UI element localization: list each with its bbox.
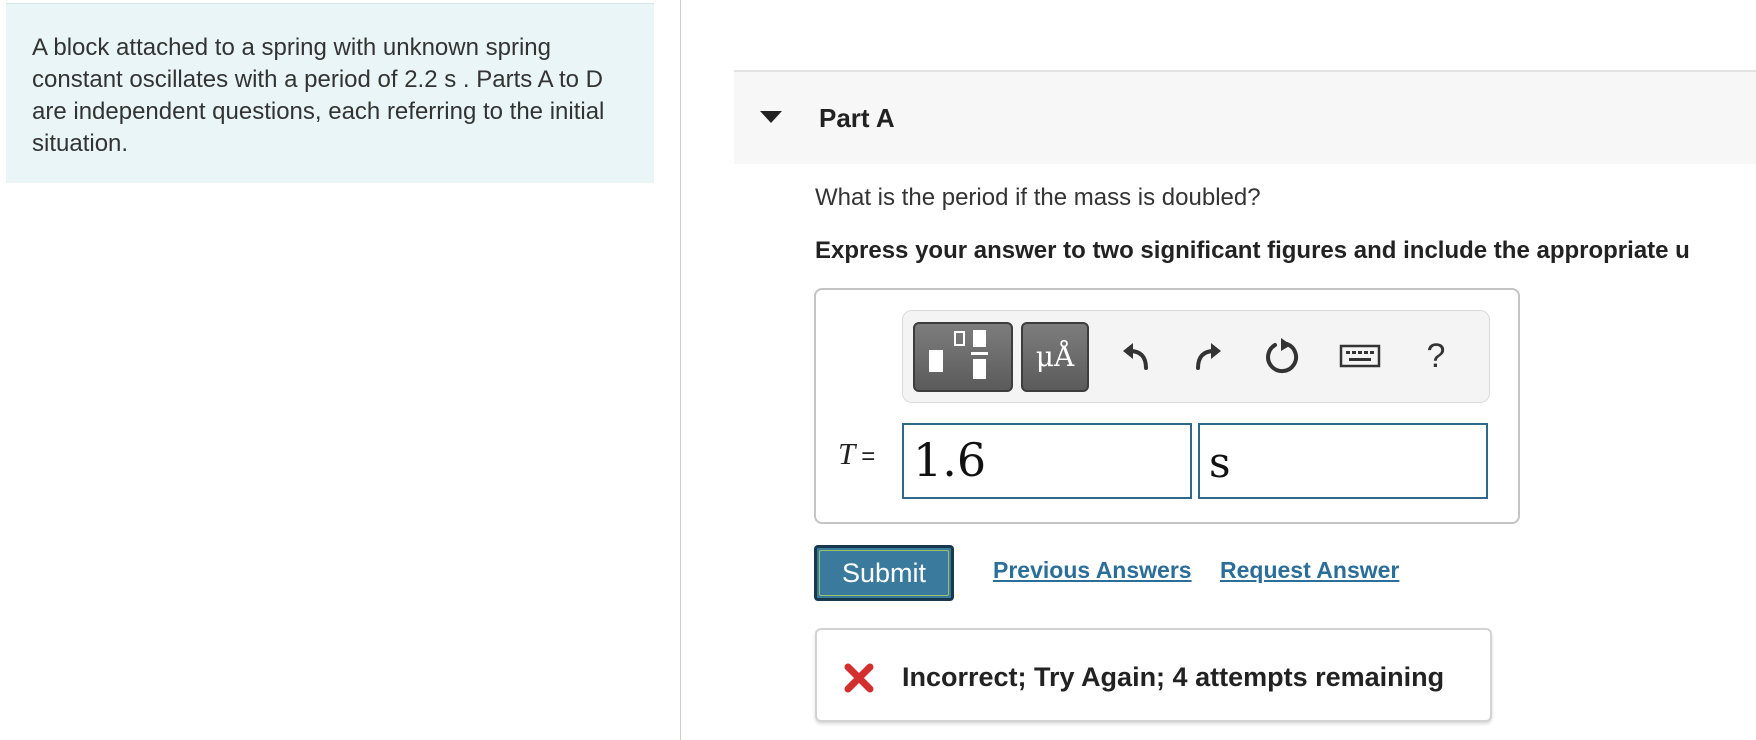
submit-button[interactable]: Submit [814,545,954,601]
redo-icon[interactable] [1183,331,1233,381]
answer-unit-input[interactable]: s [1198,423,1488,499]
reset-icon[interactable] [1257,331,1307,381]
answer-variable-label: T = [838,436,875,472]
equals-sign: = [861,443,876,470]
part-title: Part A [819,103,895,133]
answer-value-input[interactable]: 1.6 [902,423,1192,499]
part-header[interactable]: Part A [734,70,1756,164]
feedback-box: Incorrect; Try Again; 4 attempts remaini… [815,628,1492,722]
feedback-message: Incorrect; Try Again; 4 attempts remaini… [902,662,1445,692]
undo-icon[interactable] [1111,331,1161,381]
problem-intro-text: A block attached to a spring with unknow… [32,34,605,157]
previous-answers-link[interactable]: Previous Answers [993,557,1192,584]
question-text: What is the period if the mass is double… [815,184,1261,211]
math-toolbar: μÅ ? [902,310,1490,403]
units-button[interactable]: μÅ [1021,322,1089,392]
variable-symbol: T [838,436,856,471]
help-button[interactable]: ? [1411,331,1461,381]
templates-icon [929,330,988,379]
problem-intro: A block attached to a spring with unknow… [6,3,654,183]
instruction-text: Express your answer to two significant f… [815,237,1690,264]
collapse-caret-icon[interactable] [760,111,782,123]
request-answer-link[interactable]: Request Answer [1220,557,1399,584]
column-divider [680,0,681,740]
templates-button[interactable] [913,322,1013,392]
keyboard-icon[interactable] [1335,331,1385,381]
x-icon [844,663,874,693]
submit-label: Submit [819,550,949,596]
answer-box: μÅ ? T = 1.6 s [814,288,1520,524]
